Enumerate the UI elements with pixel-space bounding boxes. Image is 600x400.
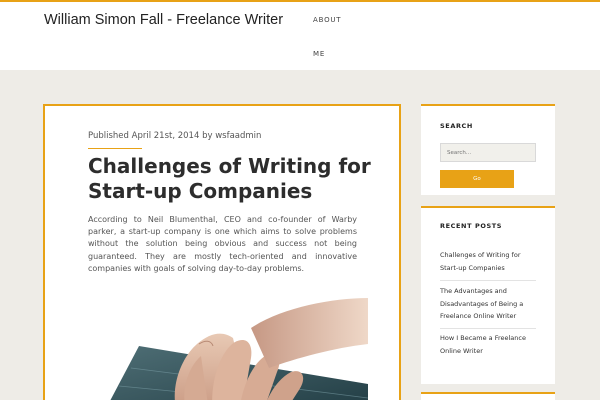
search-input[interactable] [440, 143, 536, 162]
nav-item-about[interactable]: ABOUT [313, 16, 341, 24]
recent-post-link[interactable]: Challenges of Writing for Start-up Compa… [440, 249, 536, 274]
recent-posts-widget: RECENT POSTS Challenges of Writing for S… [421, 206, 555, 384]
recent-posts-title: RECENT POSTS [440, 222, 503, 230]
site-title-link[interactable]: William Simon Fall - Freelance Writer [44, 12, 283, 28]
featured-image[interactable] [101, 298, 368, 400]
post-excerpt: According to Neil Blumenthal, CEO and co… [88, 215, 357, 273]
post-meta: Published April 21st, 2014 by wsfaadmin [88, 131, 262, 141]
recent-post-divider [440, 328, 536, 329]
post-card: Published April 21st, 2014 by wsfaadmin … [43, 104, 401, 400]
recent-post-divider [440, 280, 536, 281]
site-header: William Simon Fall - Freelance Writer AB… [0, 0, 600, 70]
recent-post-link[interactable]: The Advantages and Disadvantages of Bein… [440, 285, 536, 323]
recent-post-link[interactable]: How I Became a Freelance Online Writer [440, 332, 536, 357]
post-title-link[interactable]: Challenges of Writing for Start-up Compa… [88, 154, 373, 204]
next-widget [421, 392, 555, 400]
search-widget-title: SEARCH [440, 122, 473, 130]
search-go-button[interactable]: Go [440, 170, 514, 188]
nav-item-me[interactable]: ME [313, 50, 325, 58]
meta-divider [88, 148, 142, 149]
hands-typing-on-keyboard-image [101, 298, 368, 400]
search-widget: SEARCH Go [421, 104, 555, 195]
